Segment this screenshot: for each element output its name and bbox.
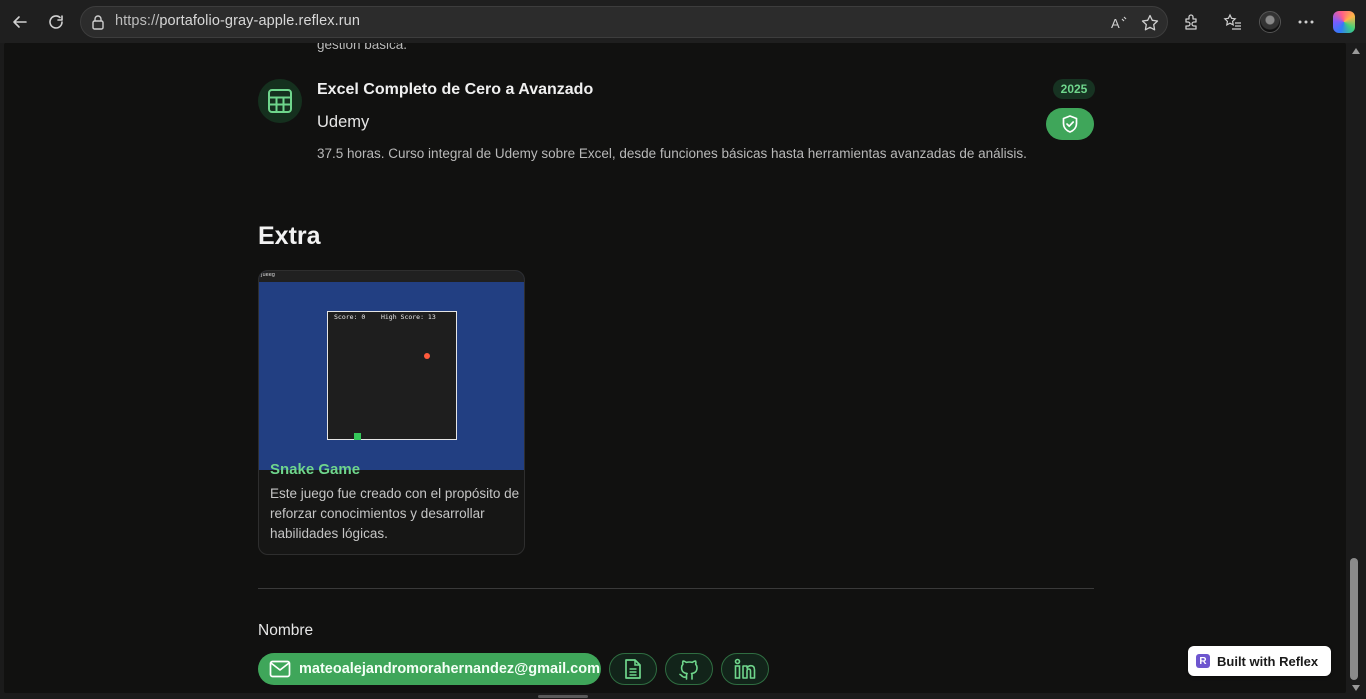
url-text: https://portafolio-gray-apple.reflex.run	[115, 13, 360, 29]
svg-text:A: A	[1111, 16, 1120, 31]
profile-avatar[interactable]	[1259, 11, 1281, 33]
built-with-reflex-label: Built with Reflex	[1217, 653, 1319, 669]
scroll-up-arrow-icon[interactable]	[1352, 48, 1360, 54]
email-button[interactable]: mateoalejandromorahernandez@gmail.com	[258, 653, 601, 685]
document-icon	[625, 659, 641, 679]
resize-handle[interactable]	[538, 695, 588, 698]
linkedin-icon	[734, 658, 756, 679]
course-year-badge: 2025	[1053, 79, 1095, 99]
game-window-titlebar: Jueeg	[259, 271, 524, 282]
resume-button[interactable]	[609, 653, 657, 685]
footer-name: Nombre	[258, 622, 314, 639]
window-bottom-edge	[0, 693, 1366, 699]
project-screenshot: Jueeg Score: 0 High Score: 13	[259, 271, 524, 470]
address-bar[interactable]: https://portafolio-gray-apple.reflex.run…	[80, 6, 1168, 38]
previous-course-description-tail: gestión básica.	[317, 43, 408, 52]
game-score-text: Score: 0 High Score: 13	[334, 313, 436, 321]
project-description: Este juego fue creado con el propósito d…	[270, 486, 520, 541]
more-dots-icon	[1298, 20, 1314, 24]
game-board: Score: 0 High Score: 13	[327, 311, 457, 440]
scroll-down-arrow-icon[interactable]	[1352, 685, 1360, 691]
arrow-left-icon	[13, 16, 27, 28]
refresh-button[interactable]	[40, 6, 72, 38]
certificate-button[interactable]	[1046, 108, 1094, 140]
mail-icon	[269, 660, 291, 678]
favorites-button[interactable]	[1217, 6, 1249, 38]
github-icon	[679, 660, 698, 680]
shield-check-icon	[1062, 115, 1078, 133]
game-window-title: Jueeg	[261, 272, 275, 278]
favorite-star-icon[interactable]	[1140, 13, 1160, 33]
favorites-list-icon	[1223, 13, 1241, 30]
read-aloud-icon[interactable]: A	[1109, 13, 1129, 33]
game-snake-segment	[354, 433, 361, 440]
scrollbar-thumb[interactable]	[1350, 558, 1358, 680]
url-host: portafolio-gray-apple.reflex.run	[159, 13, 360, 29]
project-card-snake-game[interactable]: Jueeg Score: 0 High Score: 13 Snake Game…	[258, 270, 525, 555]
github-button[interactable]	[665, 653, 713, 685]
section-title-extra: Extra	[258, 222, 321, 250]
page-viewport: gestión básica. Excel Completo de Cero a…	[4, 43, 1346, 693]
project-title[interactable]: Snake Game	[270, 461, 360, 478]
back-button[interactable]	[4, 6, 36, 38]
footer-divider	[258, 588, 1094, 589]
course-title: Excel Completo de Cero a Avanzado	[317, 81, 594, 98]
more-menu-button[interactable]	[1290, 6, 1322, 38]
email-address: mateoalejandromorahernandez@gmail.com	[299, 661, 600, 677]
url-scheme: https://	[115, 13, 160, 29]
extensions-button[interactable]	[1176, 6, 1208, 38]
course-icon-circle	[258, 79, 302, 123]
game-food-dot	[424, 353, 430, 359]
lock-icon[interactable]	[89, 13, 107, 31]
browser-toolbar: https://portafolio-gray-apple.reflex.run…	[0, 0, 1366, 43]
copilot-icon[interactable]	[1333, 11, 1355, 33]
spreadsheet-icon	[268, 89, 292, 113]
course-organization: Udemy	[317, 113, 370, 131]
linkedin-button[interactable]	[721, 653, 769, 685]
puzzle-icon	[1185, 14, 1197, 30]
course-description: 37.5 horas. Curso integral de Udemy sobr…	[317, 146, 1027, 161]
reflex-logo-icon: R	[1196, 654, 1210, 668]
built-with-reflex-badge[interactable]: R Built with Reflex	[1188, 646, 1331, 676]
refresh-icon	[49, 15, 63, 29]
